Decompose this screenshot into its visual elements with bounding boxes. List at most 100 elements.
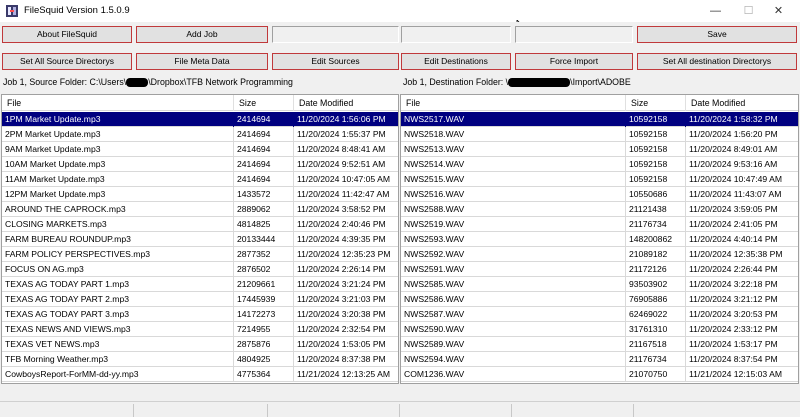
table-row[interactable]: NWS2593.WAV 148200862 11/20/2024 4:40:14 P…: [401, 232, 798, 247]
table-row[interactable]: TEXAS AG TODAY PART 1.mp3 21209661 11/20/2…: [2, 277, 398, 292]
table-row[interactable]: NWS2519.WAV 21176734 11/20/2024 2:41:05 PM: [401, 217, 798, 232]
table-row[interactable]: CLOSING MARKETS.mp3 4814825 11/20/2024 2:4…: [2, 217, 398, 232]
cell-file: 2PM Market Update.mp3: [2, 127, 234, 142]
cell-file: NWS2517.WAV: [401, 112, 626, 127]
table-row[interactable]: TEXAS VET NEWS.mp3 2875876 11/20/2024 1:53…: [2, 337, 398, 352]
destination-file-list[interactable]: File Size Date Modified NWS2517.WAV 10592…: [400, 94, 799, 384]
source-folder-label: Job 1, Source Folder: C:\Users\ \Dropbox\…: [3, 77, 293, 88]
cell-file: TEXAS VET NEWS.mp3: [2, 337, 234, 352]
destination-table-header: File Size Date Modified: [401, 95, 798, 111]
cell-size: 2875876: [234, 337, 294, 352]
source-folder-suffix: \Dropbox\TFB Network Programming: [148, 77, 293, 87]
table-row[interactable]: NWS2592.WAV 21089182 11/20/2024 12:35:38 P…: [401, 247, 798, 262]
window-title: FileSquid Version 1.5.0.9: [24, 5, 130, 16]
table-row[interactable]: 11AM Market Update.mp3 2414694 11/20/2024 …: [2, 172, 398, 187]
file-meta-data-button[interactable]: File Meta Data: [136, 53, 268, 70]
column-header-date-modified[interactable]: Date Modified: [686, 95, 798, 111]
filesquid-window: FileSquid Version 1.5.0.9 — ☐ ✕ About Fi…: [0, 0, 800, 417]
table-row[interactable]: NWS2591.WAV 21172126 11/20/2024 2:26:44 PM: [401, 262, 798, 277]
edit-destinations-button[interactable]: Edit Destinations: [401, 53, 511, 70]
cell-file: NWS2592.WAV: [401, 247, 626, 262]
table-row[interactable]: NWS2515.WAV 10592158 11/20/2024 10:47:49 A…: [401, 172, 798, 187]
cell-date-modified: 11/20/2024 9:52:51 AM: [297, 159, 386, 169]
cell-date-modified: 11/20/2024 2:33:12 PM: [689, 324, 778, 334]
table-row[interactable]: NWS2513.WAV 10592158 11/20/2024 8:49:01 AM: [401, 142, 798, 157]
cell-file: NWS2593.WAV: [401, 232, 626, 247]
column-header-file[interactable]: File: [401, 95, 626, 111]
save-button[interactable]: Save: [637, 26, 797, 43]
cell-file: NWS2594.WAV: [401, 352, 626, 367]
table-row[interactable]: NWS2594.WAV 21176734 11/20/2024 8:37:54 PM: [401, 352, 798, 367]
cell-file: 1PM Market Update.mp3: [2, 112, 234, 127]
cell-size: 2414694: [234, 142, 294, 157]
table-row[interactable]: COM1236.WAV 21070750 11/21/2024 12:15:03 A…: [401, 367, 798, 382]
table-row[interactable]: CowboysReport-ForMM-dd-yy.mp3 4775364 11/2…: [2, 367, 398, 382]
set-all-source-directories-button[interactable]: Set All Source Directorys: [2, 53, 132, 70]
table-row[interactable]: FARM BUREAU ROUNDUP.mp3 20133444 11/20/202…: [2, 232, 398, 247]
column-header-date-modified[interactable]: Date Modified: [294, 95, 398, 111]
status-segment: [400, 404, 512, 417]
table-row[interactable]: NWS2588.WAV 21121438 11/20/2024 3:59:05 PM: [401, 202, 798, 217]
edit-sources-button[interactable]: Edit Sources: [272, 53, 399, 70]
table-row[interactable]: NWS2590.WAV 31761310 11/20/2024 2:33:12 PM: [401, 322, 798, 337]
table-row[interactable]: TFB Morning Weather.mp3 4804925 11/20/2024…: [2, 352, 398, 367]
cell-size: 2414694: [234, 172, 294, 187]
table-row[interactable]: NWS2585.WAV 93503902 11/20/2024 3:22:18 PM: [401, 277, 798, 292]
cell-date-modified: 11/20/2024 3:22:18 PM: [689, 279, 778, 289]
cell-date-modified: 11/20/2024 3:58:52 PM: [297, 204, 386, 214]
force-import-button[interactable]: Force Import: [515, 53, 633, 70]
close-button[interactable]: ✕: [756, 0, 800, 22]
table-row[interactable]: FOCUS ON AG.mp3 2876502 11/20/2024 2:26:14…: [2, 262, 398, 277]
add-job-button[interactable]: Add Job: [136, 26, 268, 43]
cell-size: 21172126: [626, 262, 686, 277]
source-file-list[interactable]: File Size Date Modified 1PM Market Updat…: [1, 94, 399, 384]
table-row[interactable]: NWS2589.WAV 21167518 11/20/2024 1:53:17 PM: [401, 337, 798, 352]
cell-date-modified: 11/20/2024 12:35:38 PM: [689, 249, 783, 259]
status-segment: [268, 404, 400, 417]
toolbar-empty-slot: [515, 26, 633, 43]
table-row[interactable]: 2PM Market Update.mp3 2414694 11/20/2024 1…: [2, 127, 398, 142]
table-row[interactable]: TEXAS NEWS AND VIEWS.mp3 7214955 11/20/202…: [2, 322, 398, 337]
cell-file: NWS2590.WAV: [401, 322, 626, 337]
cell-size: 21176734: [626, 217, 686, 232]
table-row[interactable]: NWS2514.WAV 10592158 11/20/2024 9:53:16 AM: [401, 157, 798, 172]
table-row[interactable]: 12PM Market Update.mp3 1433572 11/20/2024 …: [2, 187, 398, 202]
about-button[interactable]: About FileSquid: [2, 26, 132, 43]
table-row[interactable]: NWS2586.WAV 76905886 11/20/2024 3:21:12 PM: [401, 292, 798, 307]
cell-date-modified: 11/20/2024 1:55:37 PM: [297, 129, 386, 139]
table-row[interactable]: NWS2516.WAV 10550686 11/20/2024 11:43:07 A…: [401, 187, 798, 202]
toolbar-empty-slot: [401, 26, 511, 43]
cell-date-modified: 11/21/2024 12:15:03 AM: [689, 369, 783, 379]
column-header-file[interactable]: File: [2, 95, 234, 111]
column-header-size[interactable]: Size: [626, 95, 686, 111]
table-row[interactable]: TEXAS AG TODAY PART 3.mp3 14172273 11/20/2…: [2, 307, 398, 322]
redaction-mark: [508, 78, 571, 88]
table-row[interactable]: 1PM Market Update.mp3 2414694 11/20/2024 1…: [2, 112, 398, 127]
column-header-size[interactable]: Size: [234, 95, 294, 111]
cell-date-modified: 11/20/2024 2:26:44 PM: [689, 264, 778, 274]
cell-date-modified: 11/20/2024 1:58:32 PM: [689, 114, 778, 124]
cell-date-modified: 11/20/2024 3:59:05 PM: [689, 204, 778, 214]
cell-size: 1433572: [234, 187, 294, 202]
cell-date-modified: 11/20/2024 4:40:14 PM: [689, 234, 778, 244]
cell-file: 11AM Market Update.mp3: [2, 172, 234, 187]
table-row[interactable]: NWS2587.WAV 62469022 11/20/2024 3:20:53 PM: [401, 307, 798, 322]
table-row[interactable]: AROUND THE CAPROCK.mp3 2889062 11/20/2024 …: [2, 202, 398, 217]
cell-date-modified: 11/20/2024 1:53:05 PM: [297, 339, 386, 349]
table-row[interactable]: 10AM Market Update.mp3 2414694 11/20/2024 …: [2, 157, 398, 172]
table-row[interactable]: 9AM Market Update.mp3 2414694 11/20/2024 8…: [2, 142, 398, 157]
cell-size: 10592158: [626, 142, 686, 157]
cell-size: 10550686: [626, 187, 686, 202]
cell-size: 93503902: [626, 277, 686, 292]
cell-size: 10592158: [626, 172, 686, 187]
cell-date-modified: 11/20/2024 11:42:47 AM: [297, 189, 390, 199]
cell-date-modified: 11/20/2024 3:21:24 PM: [297, 279, 386, 289]
cell-date-modified: 11/20/2024 10:47:05 AM: [297, 174, 391, 184]
cell-size: 10592158: [626, 127, 686, 142]
table-row[interactable]: NWS2517.WAV 10592158 11/20/2024 1:58:32 PM: [401, 112, 798, 127]
table-row[interactable]: NWS2518.WAV 10592158 11/20/2024 1:56:20 PM: [401, 127, 798, 142]
table-row[interactable]: FARM POLICY PERSPECTIVES.mp3 2877352 11/20…: [2, 247, 398, 262]
table-row[interactable]: TEXAS AG TODAY PART 2.mp3 17445939 11/20/2…: [2, 292, 398, 307]
cell-date-modified: 11/20/2024 2:41:05 PM: [689, 219, 778, 229]
set-all-destination-directories-button[interactable]: Set All destination Directorys: [637, 53, 797, 70]
